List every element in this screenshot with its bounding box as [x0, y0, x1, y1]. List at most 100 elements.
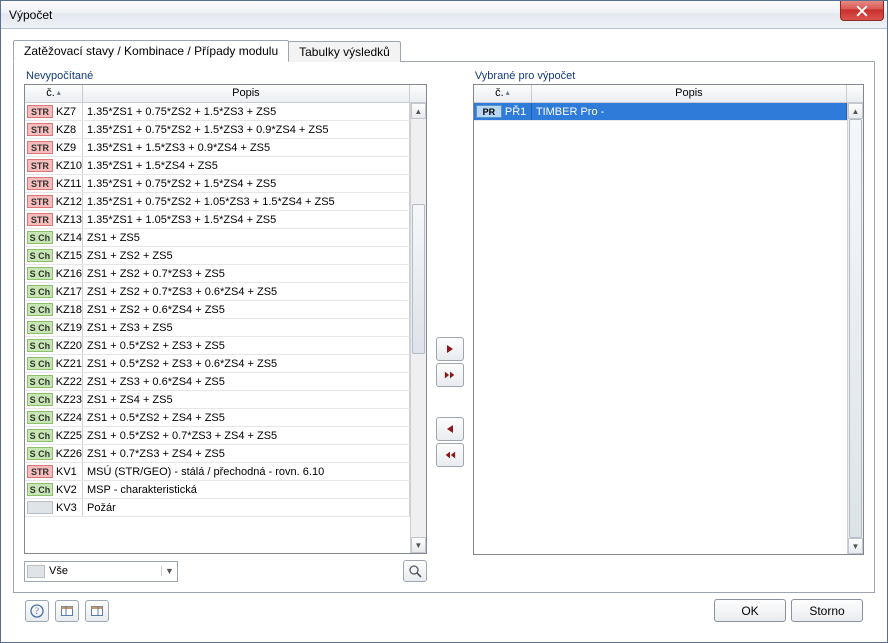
table-row[interactable]: KV3Požár [25, 499, 410, 517]
help-icon: ? [30, 604, 44, 618]
ok-button[interactable]: OK [714, 599, 786, 622]
row-code-cell: S ChKZ22 [25, 373, 83, 390]
table-row[interactable]: S ChKZ17ZS1 + ZS2 + 0.7*ZS3 + 0.6*ZS4 + … [25, 283, 410, 301]
table-row[interactable]: STRKZ91.35*ZS1 + 1.5*ZS3 + 0.9*ZS4 + ZS5 [25, 139, 410, 157]
row-code-cell: S ChKZ17 [25, 283, 83, 300]
row-desc: ZS1 + ZS3 + ZS5 [83, 319, 410, 336]
row-desc: ZS1 + ZS3 + 0.6*ZS4 + ZS5 [83, 373, 410, 390]
table-row[interactable]: S ChKZ26ZS1 + 0.7*ZS3 + ZS4 + ZS5 [25, 445, 410, 463]
filter-value: Vše [49, 565, 161, 577]
right-col-num-header[interactable]: č. ▴ [474, 85, 532, 102]
selected-grid[interactable]: č. ▴ Popis PRPŘ1TIMBER Pro - ▲ [473, 84, 864, 555]
table-row[interactable]: STRKZ71.35*ZS1 + 0.75*ZS2 + 1.5*ZS3 + ZS… [25, 103, 410, 121]
row-type-badge: S Ch [27, 393, 53, 406]
left-col-desc-header[interactable]: Popis [83, 85, 410, 102]
row-code: KZ15 [56, 247, 82, 265]
tab-load-cases[interactable]: Zatěžovací stavy / Kombinace / Případy m… [13, 40, 289, 62]
table-row[interactable]: S ChKZ15ZS1 + ZS2 + ZS5 [25, 247, 410, 265]
help-button[interactable]: ? [25, 600, 49, 622]
left-col-num-header[interactable]: č. ▴ [25, 85, 83, 102]
table-row[interactable]: S ChKV2MSP - charakteristická [25, 481, 410, 499]
row-type-badge: S Ch [27, 447, 53, 460]
row-desc: ZS1 + 0.5*ZS2 + ZS3 + 0.6*ZS4 + ZS5 [83, 355, 410, 372]
row-type-badge [27, 501, 53, 514]
row-type-badge: S Ch [27, 321, 53, 334]
row-type-badge: S Ch [27, 411, 53, 424]
scroll-down-icon[interactable]: ▼ [848, 538, 863, 554]
scrollbar-thumb[interactable] [849, 119, 862, 538]
details-button-2[interactable] [85, 600, 109, 622]
right-scrollbar[interactable]: ▲ ▼ [847, 103, 863, 554]
close-icon [856, 5, 868, 17]
table-icon [60, 604, 74, 618]
move-left-button[interactable] [436, 417, 464, 441]
scroll-up-icon[interactable]: ▲ [848, 103, 863, 119]
table-row[interactable]: STRKZ81.35*ZS1 + 0.75*ZS2 + 1.5*ZS3 + 0.… [25, 121, 410, 139]
row-desc: ZS1 + ZS2 + 0.7*ZS3 + 0.6*ZS4 + ZS5 [83, 283, 410, 300]
row-code: KZ18 [56, 301, 82, 319]
row-type-badge: S Ch [27, 375, 53, 388]
move-right-button[interactable] [436, 337, 464, 361]
details-button-1[interactable] [55, 600, 79, 622]
table-row[interactable]: S ChKZ18ZS1 + ZS2 + 0.6*ZS4 + ZS5 [25, 301, 410, 319]
move-all-right-button[interactable] [436, 363, 464, 387]
filter-combo[interactable]: Vše ▼ [24, 561, 178, 582]
tab-strip: Zatěžovací stavy / Kombinace / Případy m… [13, 39, 875, 61]
row-code-cell: STRKZ9 [25, 139, 83, 156]
scroll-up-icon[interactable]: ▲ [411, 103, 426, 119]
table-row[interactable]: S ChKZ19ZS1 + ZS3 + ZS5 [25, 319, 410, 337]
table-row[interactable]: S ChKZ20ZS1 + 0.5*ZS2 + ZS3 + ZS5 [25, 337, 410, 355]
arrow-left-icon [444, 423, 456, 435]
row-type-badge: STR [27, 141, 53, 154]
row-code: KZ12 [56, 193, 82, 211]
row-code-cell: STRKZ13 [25, 211, 83, 228]
row-code: KZ17 [56, 283, 82, 301]
selected-panel: Vybrané pro výpočet č. ▴ Popis PRPŘ1TIM [473, 70, 864, 582]
scroll-down-icon[interactable]: ▼ [411, 537, 426, 553]
filter-swatch-icon [27, 565, 45, 578]
right-col-desc-header[interactable]: Popis [532, 85, 847, 102]
row-code-cell: S ChKZ15 [25, 247, 83, 264]
table-row[interactable]: S ChKZ16ZS1 + ZS2 + 0.7*ZS3 + ZS5 [25, 265, 410, 283]
table-row[interactable]: S ChKZ22ZS1 + ZS3 + 0.6*ZS4 + ZS5 [25, 373, 410, 391]
cancel-button[interactable]: Storno [791, 599, 863, 622]
table-alt-icon [90, 604, 104, 618]
row-code-cell: S ChKZ21 [25, 355, 83, 372]
table-row[interactable]: S ChKZ24ZS1 + 0.5*ZS2 + ZS4 + ZS5 [25, 409, 410, 427]
left-scrollbar[interactable]: ▲ ▼ [410, 103, 426, 553]
row-code: KZ23 [56, 391, 82, 409]
chevron-down-icon: ▼ [161, 566, 177, 576]
row-code-cell: S ChKZ14 [25, 229, 83, 246]
table-row[interactable]: S ChKZ25ZS1 + 0.5*ZS2 + 0.7*ZS3 + ZS4 + … [25, 427, 410, 445]
table-row[interactable]: S ChKZ14ZS1 + ZS5 [25, 229, 410, 247]
table-row[interactable]: STRKV1MSÚ (STR/GEO) - stálá / přechodná … [25, 463, 410, 481]
not-calculated-grid[interactable]: č. ▴ Popis STRKZ71.35*ZS1 + 0.75*ZS2 + 1… [24, 84, 427, 554]
row-desc: TIMBER Pro - [532, 103, 847, 120]
row-type-badge: STR [27, 213, 53, 226]
table-row[interactable]: S ChKZ23ZS1 + ZS4 + ZS5 [25, 391, 410, 409]
magnifier-icon [408, 564, 422, 578]
table-row[interactable]: STRKZ131.35*ZS1 + 1.05*ZS3 + 1.5*ZS4 + Z… [25, 211, 410, 229]
table-row[interactable]: STRKZ101.35*ZS1 + 1.5*ZS4 + ZS5 [25, 157, 410, 175]
not-calculated-panel: Nevypočítané č. ▴ Popis STRKZ71.35*ZS1 [24, 70, 427, 582]
row-type-badge: STR [27, 105, 53, 118]
row-code: KZ13 [56, 211, 82, 229]
row-code-cell: S ChKZ25 [25, 427, 83, 444]
find-button[interactable] [403, 560, 427, 582]
table-row[interactable]: STRKZ111.35*ZS1 + 0.75*ZS2 + 1.5*ZS4 + Z… [25, 175, 410, 193]
table-row[interactable]: S ChKZ21ZS1 + 0.5*ZS2 + ZS3 + 0.6*ZS4 + … [25, 355, 410, 373]
row-code: KZ11 [56, 175, 81, 193]
row-code-cell: S ChKZ16 [25, 265, 83, 282]
row-type-badge: STR [27, 123, 53, 136]
row-type-badge: STR [27, 465, 53, 478]
tab-result-tables[interactable]: Tabulky výsledků [288, 41, 401, 62]
close-button[interactable] [840, 1, 884, 21]
table-row[interactable]: STRKZ121.35*ZS1 + 0.75*ZS2 + 1.05*ZS3 + … [25, 193, 410, 211]
scrollbar-thumb[interactable] [412, 204, 425, 354]
row-code-cell: S ChKZ23 [25, 391, 83, 408]
move-all-left-button[interactable] [436, 443, 464, 467]
row-type-badge: S Ch [27, 483, 53, 496]
row-code-cell: STRKZ12 [25, 193, 83, 210]
row-code-cell: PRPŘ1 [474, 103, 532, 120]
table-row[interactable]: PRPŘ1TIMBER Pro - [474, 103, 847, 121]
